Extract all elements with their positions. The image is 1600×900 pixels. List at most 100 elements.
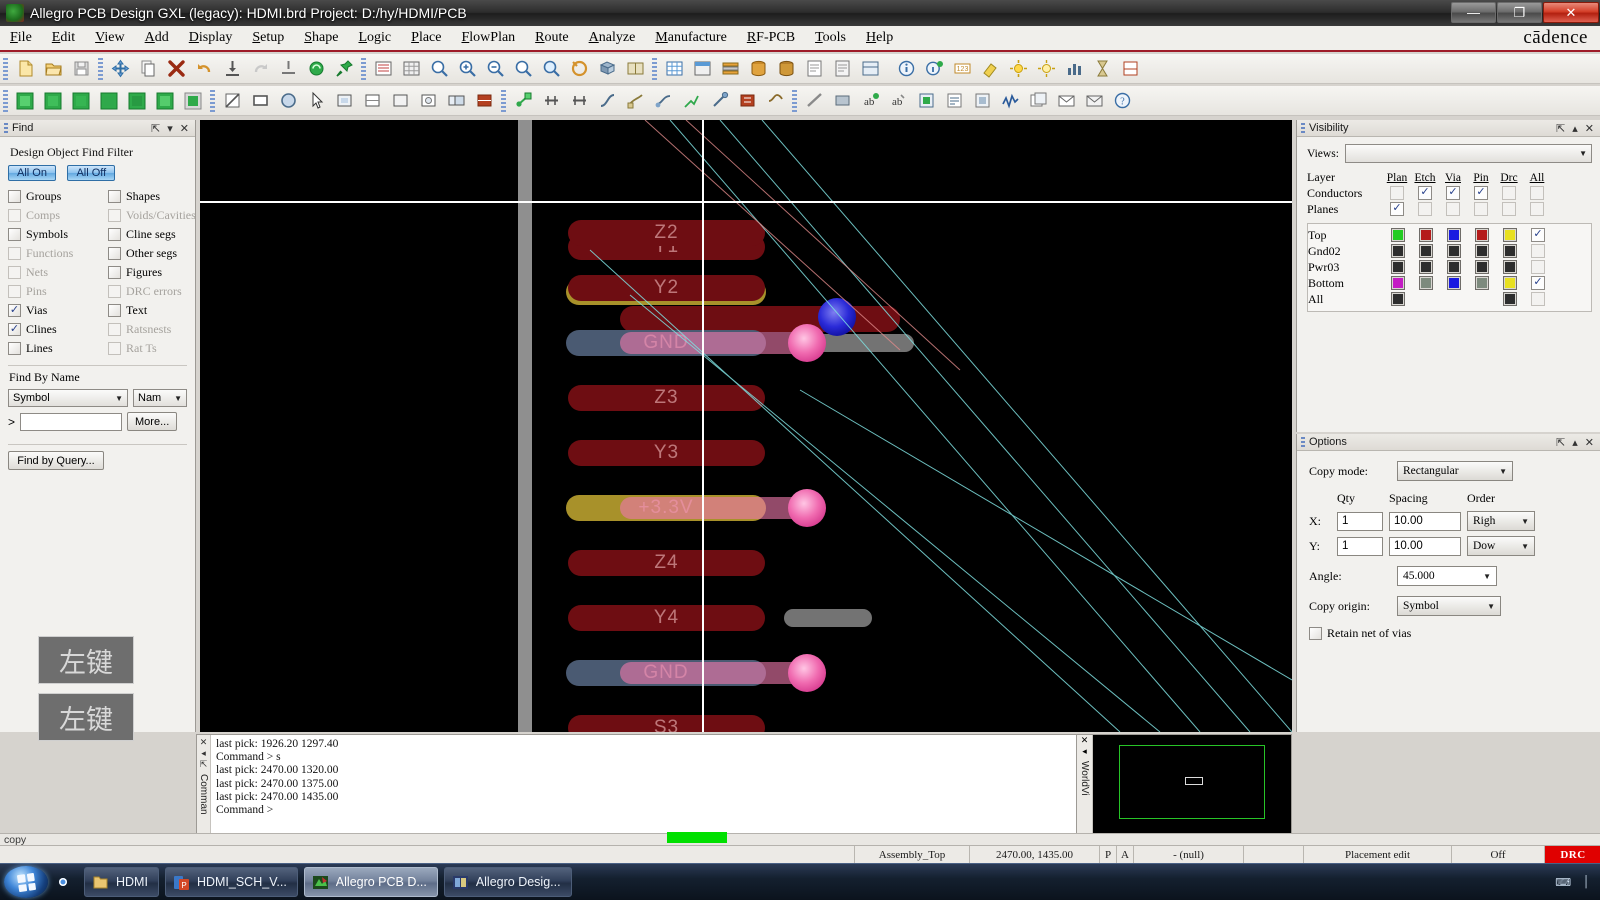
new-file-icon[interactable]: [12, 56, 38, 81]
route-auto-icon[interactable]: [706, 88, 732, 113]
layer-swatch-gnd02-1[interactable]: [1419, 244, 1433, 258]
console-pin-icon[interactable]: ⇱: [200, 759, 208, 770]
checkbox[interactable]: [108, 228, 121, 241]
find-filter-clines[interactable]: Clines: [8, 322, 108, 337]
maximize-button[interactable]: ❐: [1497, 2, 1542, 23]
vis-col-etch[interactable]: Etch: [1411, 172, 1439, 184]
label-add-icon[interactable]: ab: [857, 88, 883, 113]
close-button[interactable]: ✕: [1543, 2, 1599, 23]
shape-merge-icon[interactable]: [443, 88, 469, 113]
mail2-icon[interactable]: [1081, 88, 1107, 113]
copy-origin-select[interactable]: Symbol ▼: [1397, 596, 1501, 616]
add-circle-icon[interactable]: [275, 88, 301, 113]
layer-swatch-pwr03-0[interactable]: [1391, 260, 1405, 274]
taskbar-item-allegro-desig-[interactable]: Allegro Desig...: [443, 867, 572, 897]
show-desktop-button[interactable]: │: [1583, 876, 1590, 888]
layer-swatch-top-0[interactable]: [1391, 228, 1405, 242]
pcb-pad-z3-6[interactable]: Z3: [568, 385, 765, 411]
netlist-icon[interactable]: [941, 88, 967, 113]
shadow-icon[interactable]: [1005, 56, 1031, 81]
dimming-icon[interactable]: [1033, 56, 1059, 81]
shape-add-icon[interactable]: [331, 88, 357, 113]
vis-check-conductors-pin[interactable]: [1474, 186, 1488, 200]
taskbar-item-allegro-pcb-d-[interactable]: Allegro PCB D...: [303, 867, 438, 897]
toolbar-grip[interactable]: [3, 57, 8, 80]
constraint-mgr-icon[interactable]: [689, 56, 715, 81]
help-icon[interactable]: ?: [1109, 88, 1135, 113]
chevron-up-icon[interactable]: ▴: [1572, 436, 1578, 449]
toolbar-grip[interactable]: [652, 57, 657, 80]
via-gnd-2[interactable]: [788, 654, 826, 692]
pcb-pad-y2-4[interactable]: Y2: [568, 275, 765, 301]
y-qty-input[interactable]: [1337, 536, 1383, 556]
zoom-in-icon[interactable]: [454, 56, 480, 81]
toolbar-grip[interactable]: [210, 89, 215, 112]
toolbar-grip[interactable]: [792, 89, 797, 112]
via-power-1[interactable]: [788, 489, 826, 527]
layer-swatch-bottom-2[interactable]: [1447, 276, 1461, 290]
add-rect-icon[interactable]: [247, 88, 273, 113]
panel-grip[interactable]: [1301, 436, 1305, 448]
menu-item-logic[interactable]: Logic: [348, 27, 401, 49]
assembly-icon[interactable]: [969, 88, 995, 113]
console-collapse-icon[interactable]: ◂: [201, 748, 206, 759]
layer-swatch-gnd02-0[interactable]: [1391, 244, 1405, 258]
pcb-pad-s3-12[interactable]: S3: [568, 715, 765, 732]
layer-swatch-bottom-0[interactable]: [1391, 276, 1405, 290]
find-name-mode-select[interactable]: Nam ▼: [133, 389, 187, 407]
shape-edit-icon[interactable]: [359, 88, 385, 113]
3d-view-icon[interactable]: [594, 56, 620, 81]
probe-icon[interactable]: [1117, 56, 1143, 81]
layer-swatch-bottom-4[interactable]: [1503, 276, 1517, 290]
checkbox[interactable]: [8, 190, 21, 203]
measure-icon[interactable]: 123: [949, 56, 975, 81]
console-close-icon[interactable]: ✕: [200, 737, 208, 748]
zoom-fit-icon[interactable]: [426, 56, 452, 81]
taskbar-item-hdmi[interactable]: HDMI: [84, 867, 159, 897]
report2-icon[interactable]: [829, 56, 855, 81]
mail-icon[interactable]: [1053, 88, 1079, 113]
histogram-icon[interactable]: [1061, 56, 1087, 81]
layer-2-icon[interactable]: [40, 88, 66, 113]
zoom-world-icon[interactable]: [538, 56, 564, 81]
vis-col-all[interactable]: All: [1523, 172, 1551, 184]
checkbox[interactable]: [8, 304, 21, 317]
route-spread-icon[interactable]: [622, 88, 648, 113]
toolbar-grip[interactable]: [3, 89, 8, 112]
find-filter-figures[interactable]: Figures: [108, 265, 196, 280]
toolbar-grip[interactable]: [98, 57, 103, 80]
net-display-icon[interactable]: [661, 56, 687, 81]
layer-swatch-gnd02-3[interactable]: [1475, 244, 1489, 258]
select-arrow-icon[interactable]: [303, 88, 329, 113]
add-connect-icon[interactable]: [510, 88, 536, 113]
layer-all-check-all[interactable]: [1531, 292, 1545, 306]
pin-icon[interactable]: ⇱: [1556, 436, 1565, 449]
checkbox[interactable]: [8, 228, 21, 241]
minimize-button[interactable]: —: [1451, 2, 1496, 23]
menu-item-analyze[interactable]: Analyze: [579, 27, 646, 49]
checkbox[interactable]: [108, 247, 121, 260]
layer-swatch-top-1[interactable]: [1419, 228, 1433, 242]
x-qty-input[interactable]: [1337, 511, 1383, 531]
x-spacing-input[interactable]: [1389, 511, 1461, 531]
save-file-icon[interactable]: [68, 56, 94, 81]
menu-item-rf-pcb[interactable]: RF-PCB: [737, 27, 805, 49]
report-icon[interactable]: [801, 56, 827, 81]
menu-item-place[interactable]: Place: [401, 27, 451, 49]
layer-swatch-gnd02-2[interactable]: [1447, 244, 1461, 258]
delay-tune-icon[interactable]: [566, 88, 592, 113]
all-on-button[interactable]: All On: [8, 165, 56, 181]
all-off-button[interactable]: All Off: [67, 165, 116, 181]
slide-seg-icon[interactable]: [538, 88, 564, 113]
layer-all-check-top[interactable]: [1531, 228, 1545, 242]
dimension-icon[interactable]: [801, 88, 827, 113]
console-output[interactable]: last pick: 1926.20 1297.40 Command > s las…: [211, 735, 1079, 833]
pcb-pad-z4-9[interactable]: Z4: [568, 550, 765, 576]
pcb-pad-unnamed-2[interactable]: [620, 306, 900, 332]
layer-top-icon[interactable]: [12, 88, 38, 113]
zoom-prev-icon[interactable]: [510, 56, 536, 81]
route-fanout-icon[interactable]: [678, 88, 704, 113]
layer-6-icon[interactable]: [152, 88, 178, 113]
close-icon[interactable]: ✕: [1585, 436, 1594, 449]
retain-net-checkbox[interactable]: [1309, 627, 1322, 640]
